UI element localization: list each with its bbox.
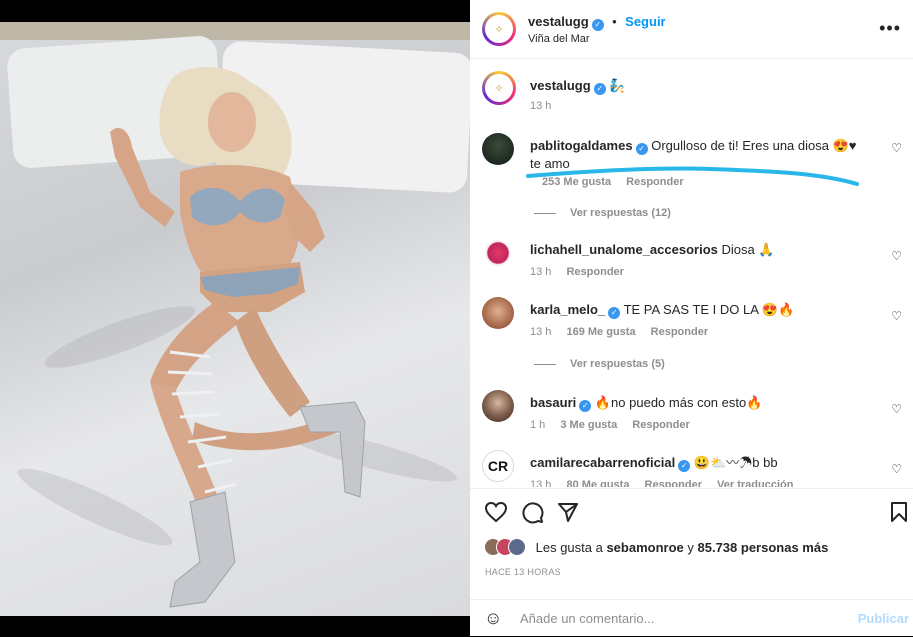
comment-like-heart-icon[interactable]: ♡ — [891, 309, 902, 323]
comment-item: lichahell_unalome_accesorios Diosa 🙏 13 … — [482, 237, 902, 287]
comment-meta: 13 h 169 Me gusta Responder — [530, 326, 720, 338]
caption-username[interactable]: vestalugg — [530, 78, 591, 93]
bottom-letterbox — [0, 616, 470, 636]
comment-meta: 13 h 80 Me gusta Responder Ver traducció… — [530, 479, 805, 487]
comment-username[interactable]: pablitogaldames — [530, 138, 633, 153]
comment-time[interactable]: 13 h — [530, 326, 551, 338]
paper-plane-icon[interactable] — [557, 501, 579, 523]
liker-username[interactable]: sebamonroe — [606, 540, 683, 555]
reply-button[interactable]: Responder — [566, 266, 623, 278]
comment-time[interactable]: 13 h — [530, 266, 551, 278]
verified-badge-icon: ✓ — [678, 460, 691, 472]
reply-button[interactable]: Responder — [645, 479, 702, 487]
annotation-underline — [526, 166, 859, 186]
comment-item: CR camilarecabarrenoficial ✓ 😃⛅〰☂b bb 13 … — [482, 450, 902, 487]
sparkle-icon: ✧ — [485, 74, 513, 102]
reply-button[interactable]: Responder — [651, 326, 708, 338]
reply-button[interactable]: Responder — [632, 419, 689, 431]
person-figure — [110, 67, 366, 608]
more-options-icon[interactable]: ••• — [879, 18, 901, 39]
likes-middle: y — [683, 539, 698, 555]
post-comment-button[interactable]: Publicar — [858, 611, 909, 626]
comment-text: 🔥no puedo más con esto🔥 — [594, 395, 763, 410]
verified-badge-icon: ✓ — [608, 307, 621, 319]
post-actions-bar — [470, 488, 913, 529]
comment-icon[interactable] — [521, 501, 544, 524]
comment-username[interactable]: camilarecabarrenoficial — [530, 455, 675, 470]
likes-prefix: Les gusta a — [535, 539, 607, 555]
commenter-avatar[interactable] — [482, 297, 514, 329]
comment-item: basauri ✓ 🔥no puedo más con esto🔥 1 h 3 M… — [482, 390, 902, 440]
author-avatar[interactable]: ✧ — [482, 12, 516, 46]
comment-like-heart-icon[interactable]: ♡ — [891, 141, 902, 155]
verified-badge-icon: ✓ — [593, 83, 606, 95]
comment-username[interactable]: lichahell_unalome_accesorios — [530, 242, 718, 257]
comment-text: TE PA SAS TE I DO LA 😍🔥 — [623, 302, 795, 317]
verified-badge-icon: ✓ — [591, 19, 604, 31]
comment-time[interactable]: 13 h — [530, 479, 551, 487]
comment-time[interactable]: 1 h — [530, 419, 545, 431]
follow-button[interactable]: Seguir — [625, 14, 665, 29]
verified-badge-icon: ✓ — [635, 143, 648, 155]
liker-avatars[interactable] — [484, 538, 526, 559]
caption-time[interactable]: 13 h — [530, 100, 551, 112]
smiley-icon[interactable]: ☺ — [484, 608, 502, 629]
caption-avatar[interactable]: ✧ — [482, 71, 516, 105]
heart-icon[interactable] — [484, 501, 508, 523]
commenter-avatar[interactable] — [482, 390, 514, 422]
comment-likes[interactable]: 80 Me gusta — [566, 479, 629, 487]
bookmark-icon[interactable] — [890, 501, 908, 523]
commenter-avatar[interactable] — [482, 237, 514, 269]
likes-count[interactable]: 85.738 personas más — [698, 540, 829, 555]
commenter-avatar[interactable]: CR — [482, 450, 514, 482]
caption-item: ✧ vestalugg ✓ 🧞 13 h — [482, 71, 902, 121]
caption-meta: 13 h — [530, 100, 563, 112]
comment-username[interactable]: karla_melo_ — [530, 302, 605, 317]
translate-button[interactable]: Ver traducción — [717, 479, 793, 487]
comment-likes[interactable]: 3 Me gusta — [560, 419, 617, 431]
comment-meta: 1 h 3 Me gusta Responder — [530, 419, 702, 431]
view-replies-button[interactable]: Ver respuestas (5) — [534, 358, 665, 370]
author-username[interactable]: vestalugg — [528, 14, 589, 29]
separator-dot: • — [612, 14, 617, 29]
caption-text: 🧞 — [609, 78, 626, 93]
post-header: ✧ vestalugg ✓ • Seguir Viña del Mar ••• — [470, 0, 913, 59]
comment-like-heart-icon[interactable]: ♡ — [891, 462, 902, 476]
comments-list[interactable]: ✧ vestalugg ✓ 🧞 13 h pablitogaldames ✓ Org… — [470, 59, 913, 487]
comment-item: karla_melo_ ✓ TE PA SAS TE I DO LA 😍🔥 13 … — [482, 297, 902, 377]
comment-like-heart-icon[interactable]: ♡ — [891, 249, 902, 263]
comment-text: Diosa 🙏 — [721, 242, 775, 257]
comment-likes[interactable]: 169 Me gusta — [566, 326, 635, 338]
sparkle-icon: ✧ — [485, 15, 513, 43]
comment-username[interactable]: basauri — [530, 395, 576, 410]
view-replies-button[interactable]: Ver respuestas (12) — [534, 207, 671, 219]
likes-summary: Les gusta a sebamonroe y 85.738 personas… — [484, 538, 828, 559]
liker-avatar — [508, 538, 526, 556]
comment-meta: 13 h Responder — [530, 266, 636, 278]
post-side-panel: ✧ vestalugg ✓ • Seguir Viña del Mar ••• ✧… — [470, 0, 913, 636]
comment-like-heart-icon[interactable]: ♡ — [891, 402, 902, 416]
comment-text: 😃⛅〰☂b bb — [693, 455, 778, 470]
add-comment-bar: ☺ Publicar — [470, 599, 913, 637]
comment-input[interactable] — [520, 609, 850, 627]
top-letterbox — [0, 0, 470, 22]
post-photo[interactable] — [0, 22, 470, 616]
post-location[interactable]: Viña del Mar — [528, 33, 590, 45]
verified-badge-icon: ✓ — [579, 400, 592, 412]
post-timestamp[interactable]: HACE 13 HORAS — [485, 567, 561, 577]
